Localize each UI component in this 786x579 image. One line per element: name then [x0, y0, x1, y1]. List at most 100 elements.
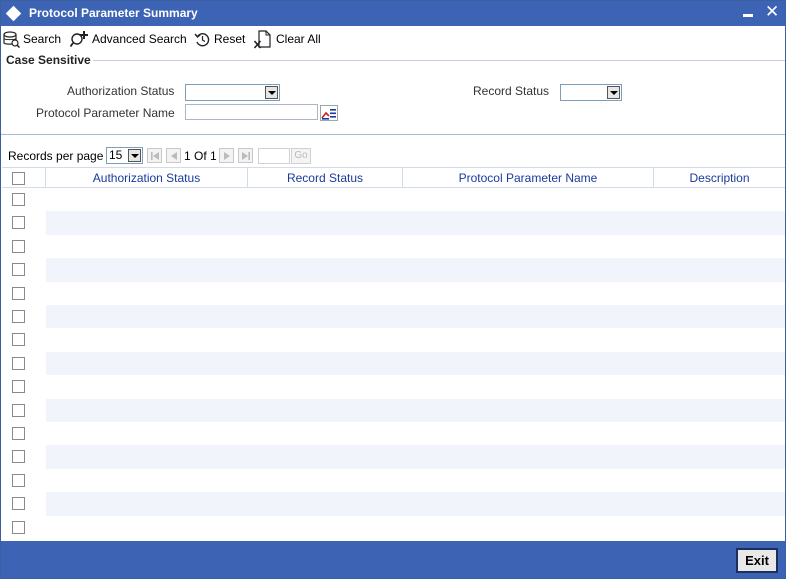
row-cells [46, 375, 785, 398]
table-row[interactable] [2, 445, 785, 469]
table-row[interactable] [2, 515, 785, 539]
reset-icon [194, 32, 210, 46]
row-checkbox[interactable] [12, 310, 25, 323]
grid-header: Authorization Status Record Status Proto… [2, 167, 785, 188]
next-page-button[interactable] [219, 148, 234, 163]
table-row[interactable] [2, 375, 785, 399]
authorization-status-select[interactable] [185, 84, 280, 101]
clear-all-button[interactable]: Clear All [254, 29, 321, 48]
row-select-cell [2, 515, 46, 539]
table-row[interactable] [2, 492, 785, 516]
pagination-bar: Records per page 15 1 Of 1 Go [1, 146, 785, 166]
window-diamond-icon [5, 5, 22, 22]
column-header[interactable]: Record Status [248, 168, 403, 188]
row-cells [46, 282, 785, 305]
minimize-button[interactable] [743, 14, 753, 17]
row-checkbox[interactable] [12, 380, 25, 394]
protocol-parameter-name-input[interactable] [185, 104, 318, 120]
row-checkbox[interactable] [12, 520, 25, 534]
column-header[interactable]: Authorization Status [46, 168, 248, 188]
clear-all-label: Clear All [276, 32, 321, 46]
table-row[interactable] [2, 468, 785, 493]
row-cells [46, 211, 785, 235]
table-row[interactable] [2, 398, 785, 422]
table-row[interactable] [2, 211, 785, 235]
list-of-values-icon[interactable] [320, 105, 338, 121]
row-select-cell [2, 351, 46, 376]
table-row[interactable] [2, 281, 785, 305]
row-cells [46, 305, 785, 329]
row-select-cell [2, 445, 46, 469]
row-select-cell [2, 492, 46, 516]
close-button[interactable]: ✕ [765, 3, 779, 20]
row-checkbox[interactable] [12, 427, 25, 440]
toolbar: Search Advanced Search Reset Clear All [1, 26, 785, 52]
table-row[interactable] [2, 234, 785, 259]
previous-page-button[interactable] [166, 148, 181, 163]
row-cells [46, 445, 785, 469]
row-checkbox[interactable] [12, 450, 25, 464]
row-select-cell [2, 328, 46, 352]
table-row[interactable] [2, 422, 785, 446]
reset-label: Reset [214, 32, 246, 46]
row-checkbox[interactable] [12, 473, 25, 487]
row-checkbox[interactable] [12, 403, 25, 417]
search-icon [3, 30, 20, 48]
row-cells [46, 235, 785, 258]
row-select-cell [2, 281, 46, 305]
row-select-cell [2, 211, 46, 235]
chevron-down-icon [607, 86, 620, 99]
record-status-select[interactable] [560, 84, 622, 101]
authorization-status-label: Authorization Status [67, 84, 175, 98]
window-title: Protocol Parameter Summary [29, 6, 198, 20]
row-select-cell [2, 468, 46, 493]
row-select-cell [2, 234, 46, 259]
goto-page-input[interactable] [258, 148, 290, 164]
table-row[interactable] [2, 305, 785, 329]
reset-button[interactable]: Reset [194, 30, 245, 48]
row-checkbox[interactable] [12, 263, 25, 277]
results-grid: Authorization Status Record Status Proto… [2, 167, 785, 541]
row-select-cell [2, 188, 46, 212]
first-page-icon [151, 152, 159, 160]
table-row[interactable] [2, 351, 785, 376]
row-cells [46, 398, 785, 422]
previous-page-icon [171, 152, 177, 160]
summary-window: Protocol Parameter Summary ✕ Search Adva… [0, 0, 786, 579]
group-divider [93, 60, 785, 61]
row-select-cell [2, 258, 46, 282]
records-per-page-select[interactable]: 15 [106, 147, 143, 164]
search-label: Search [23, 32, 62, 46]
first-page-button[interactable] [147, 148, 162, 163]
case-sensitive-legend: Case Sensitive [6, 53, 93, 67]
record-status-label: Record Status [473, 84, 550, 98]
row-cells [46, 188, 785, 211]
column-header[interactable]: Description [654, 168, 785, 188]
records-per-page-label: Records per page [8, 149, 104, 163]
row-cells [46, 328, 785, 351]
row-select-cell [2, 375, 46, 399]
search-button[interactable]: Search [3, 30, 61, 48]
table-row[interactable] [2, 328, 785, 352]
clear-all-icon [254, 29, 271, 48]
table-row[interactable] [2, 188, 785, 212]
exit-button[interactable]: Exit [736, 548, 778, 573]
go-button[interactable]: Go [291, 148, 311, 164]
column-header[interactable]: Protocol Parameter Name [403, 168, 654, 188]
advanced-search-icon [70, 31, 88, 48]
row-cells [46, 351, 785, 376]
row-checkbox[interactable] [12, 239, 25, 253]
row-checkbox[interactable] [12, 216, 25, 230]
last-page-button[interactable] [238, 148, 253, 163]
row-checkbox[interactable] [12, 497, 25, 511]
row-checkbox[interactable] [12, 356, 25, 370]
row-select-cell [2, 398, 46, 422]
table-row[interactable] [2, 258, 785, 282]
row-checkbox[interactable] [12, 333, 25, 347]
row-cells [46, 422, 785, 445]
row-checkbox[interactable] [12, 193, 25, 206]
select-all-checkbox[interactable] [12, 172, 25, 185]
row-cells [46, 469, 785, 492]
advanced-search-button[interactable]: Advanced Search [70, 30, 187, 48]
row-checkbox[interactable] [12, 286, 25, 300]
